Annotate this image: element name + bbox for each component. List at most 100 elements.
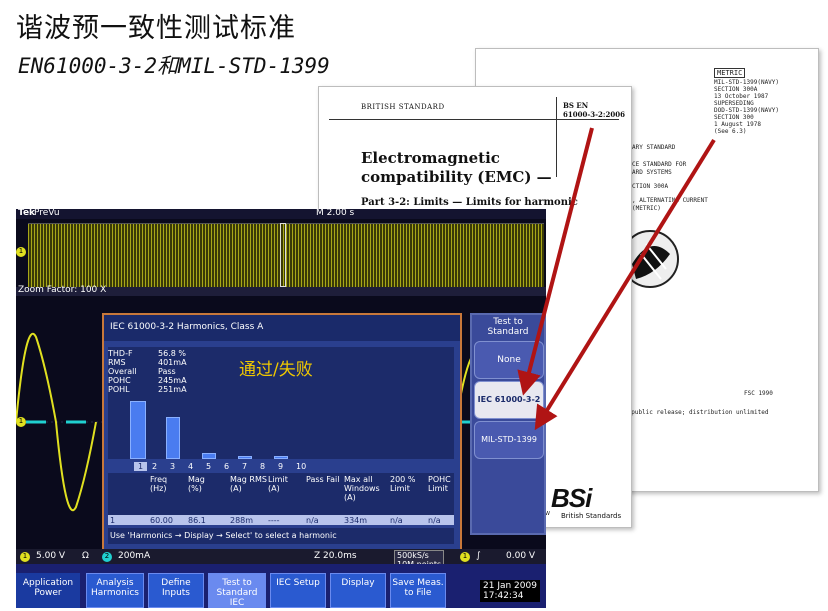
menu-iec-setup[interactable]: IEC Setup <box>270 573 326 608</box>
bsi-title-line: compatibility (EMC) — <box>361 168 552 186</box>
mil-line: SUPERSEDING <box>714 100 754 107</box>
harmonic-axis-label: 3 <box>170 462 176 471</box>
menu-application-power[interactable]: Application Power <box>16 573 80 608</box>
ch1-marker: 1 <box>16 417 26 427</box>
menu-display[interactable]: Display <box>330 573 386 608</box>
ch2-badge[interactable]: 2 <box>102 552 112 562</box>
ch1-badge[interactable]: 1 <box>20 552 30 562</box>
harmonic-bar-chart[interactable] <box>108 401 454 461</box>
mil-line: MIL-STD-1399(NAVY) <box>714 79 780 86</box>
metric-label: POHL <box>108 385 130 394</box>
metric-label: POHC <box>108 376 131 385</box>
harmonic-bar[interactable] <box>202 452 216 459</box>
timebase-readout: M 2.00 s <box>316 208 355 218</box>
test-to-standard-panel: Test to Standard None IEC 61000-3-2 MIL-… <box>470 313 546 535</box>
scope-top-bar: Tek PreVu M 2.00 s <box>16 208 546 219</box>
harmonic-axis-label: 2 <box>152 462 158 471</box>
harmonic-axis: 1 2 3 4 5 6 7 8 9 10 <box>108 462 454 472</box>
mil-fsc: FSC 1990 <box>744 390 773 397</box>
table-cell: 334m <box>344 516 368 525</box>
overview-waveform[interactable] <box>28 223 544 289</box>
column-title: Mag <box>188 475 205 484</box>
mil-line: 1 August 1978 <box>714 121 761 128</box>
table-header: Freq (Hz) Mag (%) Mag RMS (A) Limit (A) Pass Fai… <box>108 473 454 513</box>
bsi-vrule <box>556 97 557 177</box>
metric-value: 56.8 % <box>158 349 186 358</box>
acq-mode: PreVu <box>34 208 60 218</box>
hint-text: Use 'Harmonics → Display → Select' to se… <box>110 531 337 540</box>
harmonic-axis-label: 10 <box>296 462 307 471</box>
metric-label: RMS <box>108 358 126 367</box>
test-panel-title: Test to Standard <box>487 317 529 337</box>
table-cell: n/a <box>390 516 403 525</box>
metrics-values: 56.8 % 401mA Pass 245mA 251mA <box>158 349 187 394</box>
zoom-factor: Zoom Factor: 100 X <box>18 285 107 295</box>
menu-test-to-standard[interactable]: Test to Standard IEC <box>208 573 266 608</box>
menu-define-inputs[interactable]: Define Inputs <box>148 573 204 608</box>
harmonic-axis-label: 6 <box>224 462 230 471</box>
bsi-title: Electromagnetic compatibility (EMC) — <box>361 149 552 187</box>
table-cell: ---- <box>268 516 280 525</box>
sample-rate: 500kS/s <box>397 551 429 560</box>
table-cell: n/a <box>428 516 441 525</box>
table-column-header: Mag (%) <box>188 475 232 493</box>
harmonic-bar[interactable] <box>238 455 252 459</box>
table-cell: n/a <box>306 516 319 525</box>
mil-line: SECTION 300 <box>714 114 754 121</box>
harmonic-bar[interactable] <box>274 456 288 459</box>
table-column-header: Max all Windows (A) <box>344 475 388 502</box>
dialog-header: IEC 61000-3-2 Harmonics, Class A <box>104 315 460 341</box>
column-title: Max all Windows <box>344 475 380 493</box>
bsi-part: Part 3-2: Limits — Limits for harmonic <box>361 197 578 208</box>
mil-line: DOD-STD-1399(NAVY) <box>714 107 780 114</box>
navy-seal-icon <box>626 230 679 288</box>
time: 17:42:34 <box>483 591 524 601</box>
harmonic-axis-label: 5 <box>206 462 212 471</box>
mil-partial-line: (METRIC) <box>632 205 661 212</box>
trigger-slope-icon: ∫ <box>476 551 481 561</box>
bsi-number-line: BS EN <box>563 101 589 110</box>
metric-label: Overall <box>108 367 137 376</box>
zoom-factor-bar: Zoom Factor: 100 X <box>16 285 546 296</box>
harmonic-axis-label: 7 <box>242 462 248 471</box>
mil-header-lines: MIL-STD-1399(NAVY) SECTION 300A 13 Octob… <box>714 79 779 135</box>
menu-analysis-harmonics[interactable]: Analysis Harmonics <box>86 573 144 608</box>
mil-partial-line: , ALTERNATING CURRENT <box>632 197 708 204</box>
slide-subtitle: EN61000-3-2和MIL-STD-1399 <box>18 54 330 78</box>
table-column-header: POHC Limit <box>428 475 472 493</box>
option-none-button[interactable]: None <box>474 341 544 379</box>
option-mil-button[interactable]: MIL-STD-1399 <box>474 421 544 459</box>
ch1-coupling: Ω <box>82 551 89 561</box>
harmonic-axis-label: 1 <box>134 462 148 471</box>
metric-value: 245mA <box>158 376 187 385</box>
dialog-title: IEC 61000-3-2 Harmonics, Class A <box>110 322 264 332</box>
column-title: POHC Limit <box>428 475 451 493</box>
bsi-number-line: 61000-3-2:2006 <box>563 110 625 119</box>
mil-line: (See 6.3) <box>714 128 747 135</box>
hint-bar: Use 'Harmonics → Display → Select' to se… <box>108 528 454 544</box>
ch1-marker-top: 1 <box>16 247 26 257</box>
bsi-logo-caption: British Standards <box>561 512 622 520</box>
pass-fail-overlay: 通过/失败 <box>239 360 313 380</box>
bsi-number: BS EN 61000-3-2:2006 <box>563 101 625 119</box>
harmonic-axis-label: 4 <box>188 462 194 471</box>
menu-save-meas[interactable]: Save Meas. to File <box>390 573 446 608</box>
metric-label: THD-F <box>108 349 133 358</box>
column-unit: (A) <box>344 493 356 502</box>
harmonic-bar[interactable] <box>130 401 146 459</box>
bsi-header: BRITISH STANDARD <box>361 103 445 111</box>
ch2-scale: 200mA <box>118 551 151 561</box>
trigger-source-badge[interactable]: 1 <box>460 552 470 562</box>
harmonic-bar[interactable] <box>166 416 180 459</box>
zoom-window-marker[interactable] <box>280 223 286 287</box>
ch1-scale: 5.00 V <box>36 551 66 561</box>
status-bar: 1 5.00 V Ω 2 200mA Z 20.0ms 500kS/s 10M … <box>16 549 546 570</box>
metric-value: 401mA <box>158 358 187 367</box>
column-unit: (A) <box>268 484 280 493</box>
clock-readout: 21 Jan 2009 17:42:34 <box>480 580 540 602</box>
mil-partial-line: CE STANDARD FOR <box>632 161 687 168</box>
trigger-level: 0.00 V <box>506 551 536 561</box>
option-iec-button[interactable]: IEC 61000-3-2 <box>474 381 544 419</box>
bsi-rule <box>329 119 619 120</box>
date: 21 Jan 2009 <box>483 581 537 591</box>
